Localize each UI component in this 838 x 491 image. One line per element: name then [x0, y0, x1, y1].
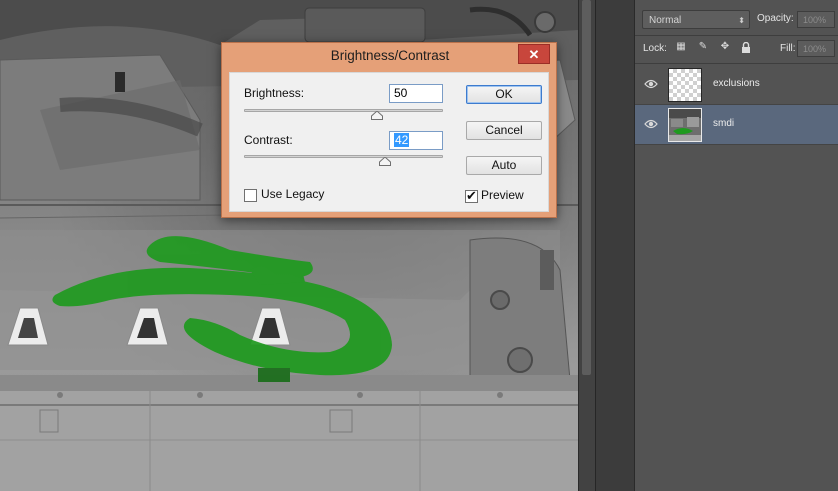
- scrollbar-thumb[interactable]: [582, 0, 591, 375]
- brightness-contrast-dialog: Brightness/Contrast ✕ Brightness: 50 Con…: [221, 42, 557, 218]
- brightness-label: Brightness:: [244, 86, 305, 100]
- cancel-button[interactable]: Cancel: [466, 121, 542, 140]
- preview-checkbox[interactable]: ✔: [465, 188, 478, 203]
- brightness-input[interactable]: 50: [389, 84, 443, 103]
- opacity-label: Opacity:: [757, 13, 794, 24]
- blend-mode-select[interactable]: Normal ⬍: [642, 10, 750, 29]
- lock-transparent-pixels-icon[interactable]: ▦: [676, 42, 686, 52]
- preview-label: Preview: [481, 188, 524, 202]
- blend-mode-value: Normal: [649, 15, 682, 26]
- contrast-slider-track[interactable]: [244, 155, 443, 158]
- layers-panel: Normal ⬍ Opacity: 100% Lock: ▦ ✎ ✥ Fill:…: [634, 0, 838, 491]
- layer-name: exclusions: [713, 78, 760, 89]
- lock-label: Lock:: [643, 43, 667, 54]
- lock-position-icon[interactable]: ✥: [720, 42, 730, 52]
- fill-field[interactable]: 100%: [797, 40, 835, 57]
- layer-thumbnail: [668, 108, 702, 142]
- dialog-title: Brightness/Contrast: [330, 48, 450, 63]
- panel-gutter: [595, 0, 634, 491]
- chevron-updown-icon: ⬍: [738, 16, 745, 25]
- contrast-value-selected: 42: [394, 133, 410, 147]
- lock-all-icon[interactable]: [741, 41, 751, 53]
- panel-divider: [635, 63, 838, 64]
- use-legacy-checkbox[interactable]: [244, 189, 257, 202]
- contrast-label: Contrast:: [244, 133, 293, 147]
- eye-icon[interactable]: [644, 78, 658, 90]
- panel-divider: [635, 35, 838, 36]
- layer-thumbnail: [668, 68, 702, 102]
- layer-name: smdi: [713, 118, 735, 129]
- dialog-body: Brightness: 50 Contrast: 42 Use Legacy O…: [229, 72, 549, 212]
- lock-image-pixels-icon[interactable]: ✎: [698, 42, 708, 52]
- brightness-slider-track[interactable]: [244, 109, 443, 112]
- checkmark-icon: ✔: [466, 188, 477, 203]
- eye-icon[interactable]: [644, 118, 658, 130]
- contrast-input[interactable]: 42: [389, 131, 443, 150]
- fill-label: Fill:: [780, 43, 796, 54]
- opacity-field[interactable]: 100%: [797, 11, 835, 28]
- layer-row-exclusions[interactable]: exclusions: [635, 65, 838, 105]
- use-legacy-label: Use Legacy: [261, 187, 325, 201]
- close-button[interactable]: ✕: [518, 44, 550, 64]
- canvas-vertical-scrollbar[interactable]: [578, 0, 595, 491]
- ok-button[interactable]: OK: [466, 85, 542, 104]
- layer-row-smdi[interactable]: smdi: [635, 105, 838, 145]
- auto-button[interactable]: Auto: [466, 156, 542, 175]
- close-icon: ✕: [528, 47, 540, 62]
